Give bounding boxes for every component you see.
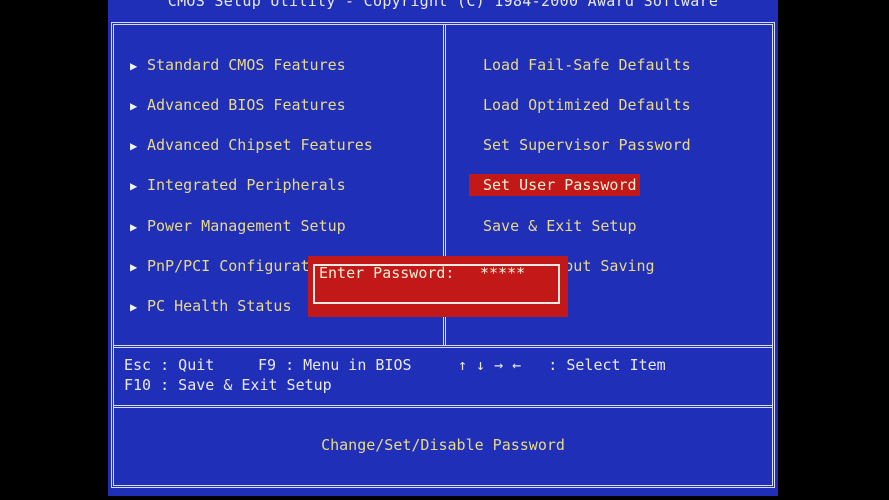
menu-item-pc-health[interactable]: ▶ PC Health Status bbox=[130, 295, 292, 317]
arrow-right-icon: ▶ bbox=[130, 99, 138, 113]
arrow-right-icon: ▶ bbox=[130, 220, 138, 234]
menu-item-integrated-peripherals[interactable]: ▶ Integrated Peripherals bbox=[130, 174, 346, 196]
menu-item-standard-cmos[interactable]: ▶ Standard CMOS Features bbox=[130, 54, 346, 76]
help-arrows: ↑ ↓ → ← : Select Item bbox=[458, 356, 666, 374]
status-divider bbox=[114, 405, 772, 408]
arrow-right-icon: ▶ bbox=[130, 59, 138, 73]
arrow-right-icon: ▶ bbox=[130, 179, 138, 193]
arrow-right-icon: ▶ bbox=[130, 260, 138, 274]
help-esc: Esc : Quit bbox=[124, 356, 215, 374]
menu-item-save-exit[interactable]: Save & Exit Setup bbox=[483, 215, 637, 237]
bios-screen: CMOS Setup Utility - Copyright (C) 1984-… bbox=[108, 0, 778, 496]
menu-item-advanced-bios[interactable]: ▶ Advanced BIOS Features bbox=[130, 94, 346, 116]
help-f10: F10 : Save & Exit Setup bbox=[124, 376, 332, 394]
arrow-right-icon: ▶ bbox=[130, 139, 138, 153]
menu-item-power-management[interactable]: ▶ Power Management Setup bbox=[130, 215, 346, 237]
help-f9: F9 : Menu in BIOS bbox=[258, 356, 412, 374]
menu-item-set-user-password[interactable]: Set User Password bbox=[469, 174, 640, 196]
password-dialog: Enter Password: ***** bbox=[308, 256, 568, 317]
window-title: CMOS Setup Utility - Copyright (C) 1984-… bbox=[167, 0, 719, 10]
menu-item-load-fail-safe[interactable]: Load Fail-Safe Defaults bbox=[483, 54, 691, 76]
status-line: Change/Set/Disable Password bbox=[321, 436, 565, 454]
menu-item-advanced-chipset[interactable]: ▶ Advanced Chipset Features bbox=[130, 134, 373, 156]
password-input[interactable]: ***** bbox=[480, 264, 525, 282]
menu-item-load-optimized[interactable]: Load Optimized Defaults bbox=[483, 94, 691, 116]
arrow-right-icon: ▶ bbox=[130, 300, 138, 314]
password-label: Enter Password: bbox=[319, 264, 455, 282]
menu-item-set-supervisor-password[interactable]: Set Supervisor Password bbox=[483, 134, 691, 156]
help-divider bbox=[114, 345, 772, 348]
